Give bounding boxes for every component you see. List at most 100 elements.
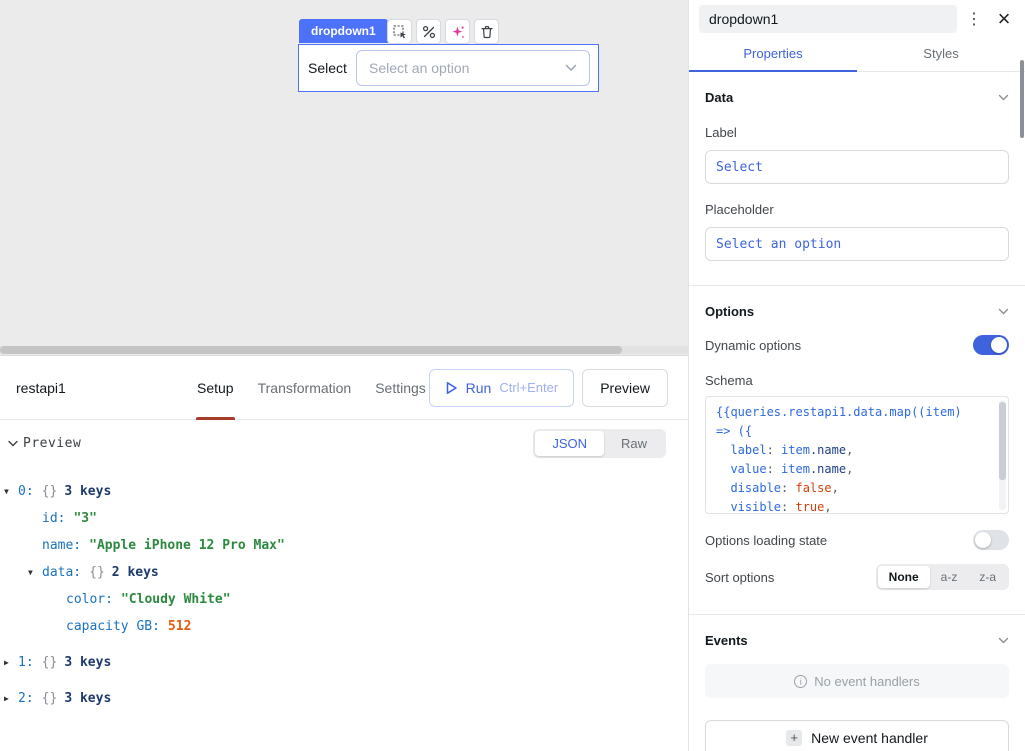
- inspector-panel: dropdown1 ⋮ × Properties Styles Data Lab…: [688, 0, 1025, 751]
- dropdown-widget[interactable]: dropdown1 Select Select an option: [298, 19, 600, 93]
- sort-none-button[interactable]: None: [878, 566, 930, 588]
- response-title-group: Preview: [8, 436, 81, 451]
- run-shortcut: Ctrl+Enter: [499, 380, 558, 395]
- tree-expander-icon[interactable]: ▼: [4, 487, 18, 496]
- tree-key: 2:: [18, 691, 34, 706]
- options-loading-toggle[interactable]: [973, 530, 1009, 550]
- dropdown-label: Select: [308, 60, 354, 76]
- binding-button[interactable]: [416, 19, 441, 44]
- collapse-events-icon[interactable]: [998, 637, 1009, 644]
- tree-brace: {}: [89, 565, 105, 580]
- json-tree-row: color:"Cloudy White": [4, 586, 688, 613]
- select-parent-icon: [393, 25, 407, 39]
- tab-setup[interactable]: Setup: [196, 356, 235, 419]
- data-section-header: Data: [705, 90, 1009, 105]
- trash-icon: [480, 25, 494, 39]
- json-tree-row: name:"Apple iPhone 12 Pro Max": [4, 532, 688, 559]
- preview-button[interactable]: Preview: [582, 369, 668, 407]
- tree-value: "Cloudy White": [121, 592, 231, 607]
- response-preview-title: Preview: [23, 436, 81, 451]
- tree-expander-icon[interactable]: ▼: [28, 568, 42, 577]
- delete-widget-button[interactable]: [474, 19, 499, 44]
- inspector-tabs: Properties Styles: [689, 36, 1025, 72]
- tree-key-count: 2 keys: [112, 565, 159, 580]
- query-tabs: Setup Transformation Settings: [196, 356, 427, 419]
- sparkle-icon: [451, 25, 465, 39]
- events-section-header: Events: [705, 633, 1009, 648]
- dynamic-options-row: Dynamic options: [705, 335, 1009, 355]
- sort-az-button[interactable]: a-z: [930, 566, 969, 588]
- canvas[interactable]: dropdown1 Select Select an option: [0, 0, 688, 355]
- json-tree: ▼0:{}3 keysid:"3"name:"Apple iPhone 12 P…: [0, 466, 688, 712]
- no-event-handlers-text: No event handlers: [814, 674, 920, 689]
- format-toggle: JSON Raw: [533, 429, 666, 458]
- placeholder-input[interactable]: Select an option: [705, 227, 1009, 261]
- schema-code-line: => ({: [716, 422, 994, 441]
- tree-key-count: 3 keys: [64, 484, 111, 499]
- options-loading-label: Options loading state: [705, 533, 827, 548]
- divider: [689, 285, 1025, 286]
- tree-value: "3": [73, 511, 96, 526]
- code-scrollbar[interactable]: [999, 400, 1006, 510]
- select-parent-button[interactable]: [387, 19, 412, 44]
- json-tree-row: ▼0: {} 3 keys: [4, 478, 688, 505]
- tab-transformation[interactable]: Transformation: [257, 356, 353, 419]
- sort-options-row: Sort options None a-z z-a: [705, 564, 1009, 590]
- section-title-events: Events: [705, 633, 748, 648]
- json-tree-row: ▶2:{}3 keys: [4, 685, 688, 712]
- toggle-knob: [975, 532, 991, 548]
- tree-key: 1:: [18, 655, 34, 670]
- format-raw-tab[interactable]: Raw: [604, 431, 664, 456]
- tree-brace: {}: [42, 484, 58, 499]
- code-scrollbar-thumb[interactable]: [999, 402, 1006, 480]
- tab-properties[interactable]: Properties: [689, 36, 857, 71]
- tree-expander-icon[interactable]: ▶: [4, 694, 18, 703]
- schema-code-line: label: item.name,: [716, 441, 994, 460]
- dynamic-options-toggle[interactable]: [973, 335, 1009, 355]
- schema-code-lines: {{queries.restapi1.data.map((item)=> ({ …: [716, 403, 994, 514]
- widget-name-tag[interactable]: dropdown1: [299, 19, 388, 43]
- query-name[interactable]: restapi1: [16, 380, 196, 396]
- tree-expander-icon[interactable]: ▶: [4, 658, 18, 667]
- json-tree-row: ▶1:{}3 keys: [4, 649, 688, 676]
- dynamic-options-label: Dynamic options: [705, 338, 801, 353]
- new-event-handler-button[interactable]: + New event handler: [705, 720, 1009, 751]
- panel-scrollbar[interactable]: [1020, 60, 1024, 138]
- tree-brace: {}: [42, 655, 58, 670]
- tree-key: 0:: [18, 484, 34, 499]
- play-icon: [445, 381, 458, 395]
- query-panel: restapi1 Setup Transformation Settings R…: [0, 355, 688, 751]
- collapse-options-icon[interactable]: [998, 308, 1009, 315]
- preview-collapse-icon[interactable]: [8, 440, 18, 447]
- tab-styles[interactable]: Styles: [857, 36, 1025, 71]
- label-caption: Label: [705, 125, 1009, 140]
- collapse-data-icon[interactable]: [998, 94, 1009, 101]
- format-json-tab[interactable]: JSON: [535, 431, 604, 456]
- dropdown-select[interactable]: Select an option: [356, 50, 590, 86]
- ai-copilot-button[interactable]: [445, 19, 470, 44]
- placeholder-caption: Placeholder: [705, 202, 1009, 217]
- inspector-body: Data Label Select Placeholder Select an …: [689, 90, 1025, 751]
- info-icon: i: [794, 675, 807, 688]
- tab-settings[interactable]: Settings: [374, 356, 427, 419]
- chevron-down-icon: [565, 64, 577, 72]
- widget-name-input[interactable]: dropdown1: [699, 5, 957, 33]
- section-title-options: Options: [705, 304, 754, 319]
- scrollbar-thumb[interactable]: [0, 346, 622, 354]
- toggle-knob: [991, 337, 1007, 353]
- schema-code-line: visible: true,: [716, 498, 994, 514]
- dropdown-widget-box[interactable]: Select Select an option: [298, 44, 599, 92]
- options-section-header: Options: [705, 304, 1009, 319]
- sort-za-button[interactable]: z-a: [968, 566, 1007, 588]
- schema-code-editor[interactable]: {{queries.restapi1.data.map((item)=> ({ …: [705, 396, 1009, 514]
- more-options-icon[interactable]: ⋮: [963, 9, 985, 29]
- tree-key: id:: [42, 511, 65, 526]
- canvas-horizontal-scrollbar[interactable]: [0, 346, 688, 354]
- close-icon[interactable]: ×: [991, 6, 1017, 32]
- json-tree-row: id: "3": [4, 505, 688, 532]
- json-tree-row: ▼data:{}2 keys: [4, 559, 688, 586]
- no-event-handlers: i No event handlers: [705, 664, 1009, 698]
- run-button[interactable]: Run Ctrl+Enter: [429, 369, 575, 407]
- label-input[interactable]: Select: [705, 150, 1009, 184]
- schema-code-line: {{queries.restapi1.data.map((item): [716, 403, 994, 422]
